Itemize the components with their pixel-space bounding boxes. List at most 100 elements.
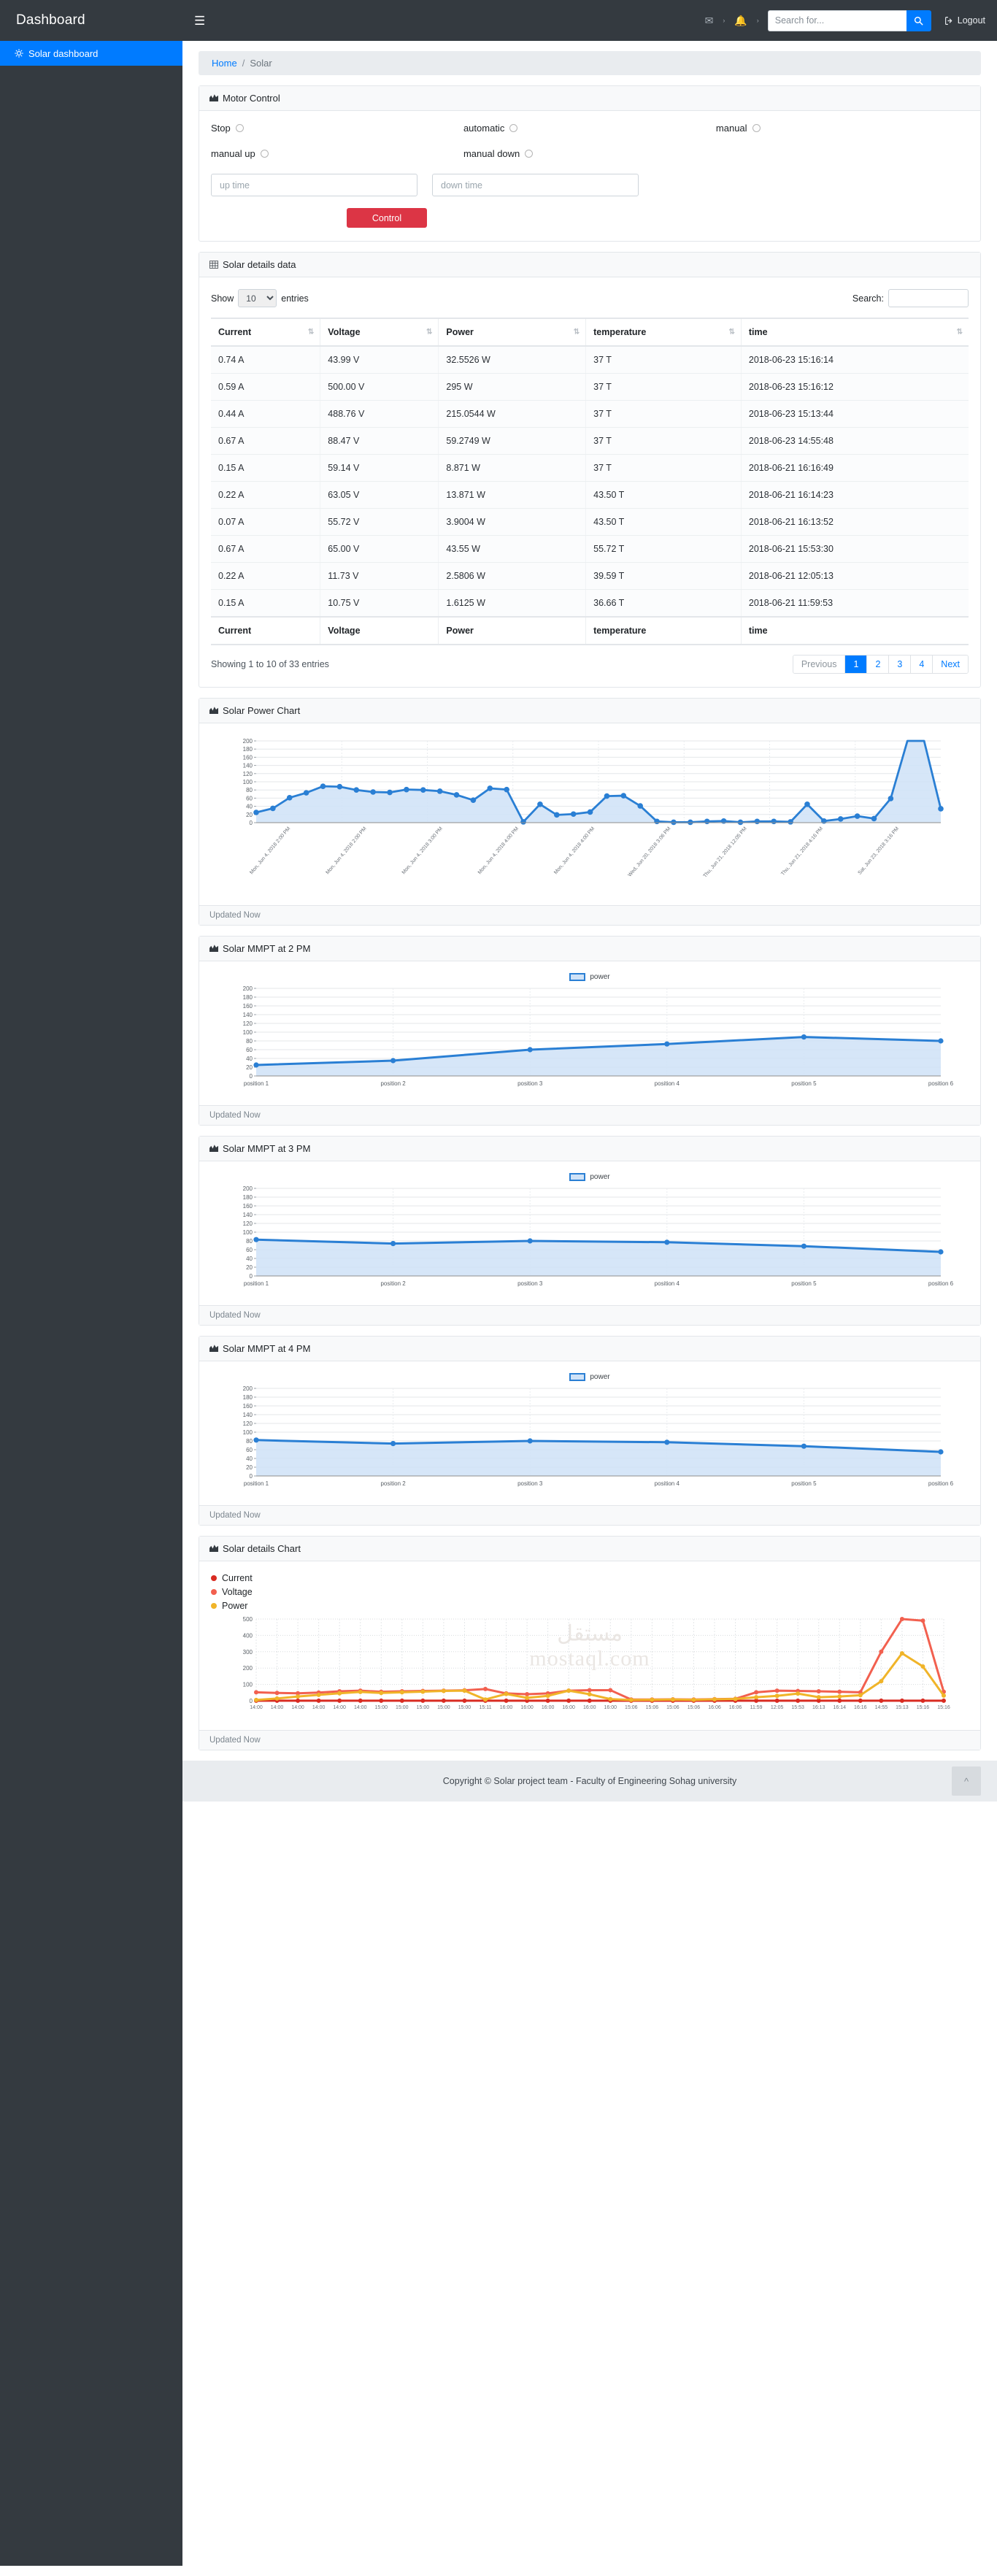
y-axis-tick: 40	[246, 1256, 253, 1262]
sidebar-item-solar-dashboard[interactable]: Solar dashboard	[0, 41, 182, 66]
data-point	[650, 1697, 655, 1702]
data-point	[837, 816, 844, 822]
mppt-2pm-footer: Updated Now	[199, 1105, 980, 1125]
column-header-time[interactable]: time ⇅	[740, 318, 969, 347]
motor-manual-up[interactable]: manual up	[211, 148, 463, 159]
logout-button[interactable]: Logout	[939, 15, 985, 26]
data-point	[754, 818, 761, 825]
motor-mode-automatic[interactable]: automatic	[463, 123, 716, 134]
x-axis-tick: Mon, Jun 4, 2018 3:00 PM	[401, 826, 444, 876]
x-axis-tick: 11:59	[750, 1705, 763, 1710]
x-axis-tick: 15:06	[646, 1705, 659, 1710]
hamburger-icon[interactable]: ☰	[188, 12, 211, 30]
table-cell: 2018-06-23 14:55:48	[740, 427, 969, 455]
x-axis-tick: position 2	[380, 1080, 406, 1087]
table-cell: 37 T	[585, 373, 742, 401]
y-axis-tick: 20	[246, 1464, 253, 1471]
search-button[interactable]	[906, 9, 931, 31]
solar-power-chart-canvas[interactable]: 0 20 40 60 80 100 120 140 160180200 Mon, Jun 4, 2…	[211, 735, 963, 892]
footer-time: time	[740, 616, 969, 645]
search-input[interactable]	[767, 9, 906, 31]
data-point	[816, 1689, 821, 1694]
y-axis-tick: 180	[243, 746, 253, 753]
scroll-to-top-button[interactable]: ^	[952, 1766, 981, 1796]
x-axis-tick: 16:00	[604, 1705, 617, 1710]
solar-details-chart-body: Current Voltage Power 0 100 200 300 400 500 14…	[199, 1561, 980, 1730]
data-point	[938, 806, 944, 812]
table-search-input[interactable]	[888, 289, 969, 307]
data-point	[254, 1690, 258, 1695]
data-point	[296, 1694, 301, 1699]
legend-swatch-power	[569, 1173, 586, 1181]
mppt-3pm-canvas[interactable]: 0 20 40 60 80 100 120 140 160 180 200 position 1 pos…	[211, 1184, 963, 1292]
pagination-previous[interactable]: Previous	[793, 655, 846, 673]
x-axis-tick: 14:00	[271, 1705, 284, 1710]
table-row: 0.67 A 65.00 V 43.55 W 55.72 T 2018-06-21 15…	[211, 535, 969, 563]
data-point	[670, 1697, 675, 1702]
pagination-next[interactable]: Next	[933, 655, 968, 673]
x-axis-tick: position 4	[655, 1280, 680, 1287]
data-point	[390, 1058, 396, 1064]
y-axis-tick: 0	[250, 1473, 253, 1480]
motor-mode-stop[interactable]: Stop	[211, 123, 463, 134]
data-point	[801, 1243, 807, 1249]
pagination-page-3[interactable]: 3	[889, 655, 912, 673]
x-axis-tick: Mon, Jun 4, 2018 4:00 PM	[477, 826, 520, 876]
y-axis-tick: 20	[246, 1064, 253, 1071]
data-point	[837, 1689, 842, 1694]
solar-details-chart-footer: Updated Now	[199, 1730, 980, 1750]
data-point	[296, 1698, 301, 1703]
solar-details-chart-canvas[interactable]: 0 100 200 300 400 500 14:00 14:00 14:00 14:00 14:0…	[211, 1615, 963, 1717]
motor-control-card: Motor Control Stop automatic manual manu…	[199, 85, 981, 242]
motor-manual-down[interactable]: manual down	[463, 148, 716, 159]
data-point	[628, 1697, 634, 1702]
y-axis-tick: 80	[246, 787, 253, 793]
column-header-power[interactable]: Power ⇅	[438, 318, 586, 347]
motor-manual-row: manual up manual down	[211, 148, 969, 159]
data-point	[888, 796, 894, 801]
column-header-current[interactable]: Current ⇅	[211, 318, 320, 347]
x-axis-tick: 15:06	[688, 1705, 701, 1710]
column-header-temperature[interactable]: temperature ⇅	[585, 318, 742, 347]
bell-icon[interactable]: 🔔	[728, 15, 753, 27]
data-point	[737, 819, 744, 826]
motor-manual-down-radio[interactable]	[525, 150, 534, 158]
motor-mode-manual[interactable]: manual	[716, 123, 969, 134]
data-point	[587, 1692, 592, 1697]
data-point	[942, 1693, 946, 1698]
data-point	[274, 1696, 280, 1701]
y-axis-tick: 80	[246, 1438, 253, 1445]
table-cell: 39.59 T	[585, 562, 742, 590]
page-length-select[interactable]: 102550100	[238, 289, 277, 307]
pagination-page-2[interactable]: 2	[867, 655, 890, 673]
mppt-2pm-canvas[interactable]: 0 20 40 60 80 100 120 140 160 180 200 position 1 pos…	[211, 984, 963, 1092]
down-time-input[interactable]	[432, 174, 639, 196]
pagination-page-1[interactable]: 1	[845, 655, 868, 673]
page-footer: Copyright © Solar project team - Faculty…	[182, 1761, 997, 1802]
data-point	[370, 789, 376, 795]
y-axis-tick: 100	[243, 779, 253, 785]
up-time-input[interactable]	[211, 174, 417, 196]
solar-table-header: Solar details data	[199, 253, 980, 277]
motor-mode-automatic-radio[interactable]	[509, 124, 518, 132]
chevron-right-icon-messages[interactable]: ›	[720, 17, 728, 24]
motor-mode-stop-radio[interactable]	[235, 124, 244, 132]
y-axis-tick: 160	[243, 1403, 253, 1410]
breadcrumb-home[interactable]: Home	[212, 58, 237, 69]
column-header-voltage[interactable]: Voltage ⇅	[320, 318, 439, 347]
motor-mode-manual-radio[interactable]	[752, 124, 761, 132]
envelope-icon[interactable]: ✉	[698, 15, 720, 27]
mppt-4pm-canvas[interactable]: 0 20 40 60 80 100 120 140 160 180 200 position 1 pos…	[211, 1384, 963, 1492]
data-point	[671, 819, 677, 826]
sort-icon: ⇅	[956, 328, 963, 337]
x-axis-tick: position 5	[791, 1480, 817, 1487]
legend-dot-power	[211, 1603, 217, 1609]
chart-area-icon	[209, 1345, 218, 1352]
table-cell: 500.00 V	[320, 373, 439, 401]
motor-mode-manual-label: manual	[715, 123, 747, 134]
chevron-right-icon-alerts[interactable]: ›	[754, 17, 762, 24]
pagination-page-4[interactable]: 4	[911, 655, 934, 673]
control-button[interactable]: Control	[347, 208, 427, 228]
data-point	[804, 801, 810, 807]
motor-manual-up-radio[interactable]	[260, 150, 269, 158]
